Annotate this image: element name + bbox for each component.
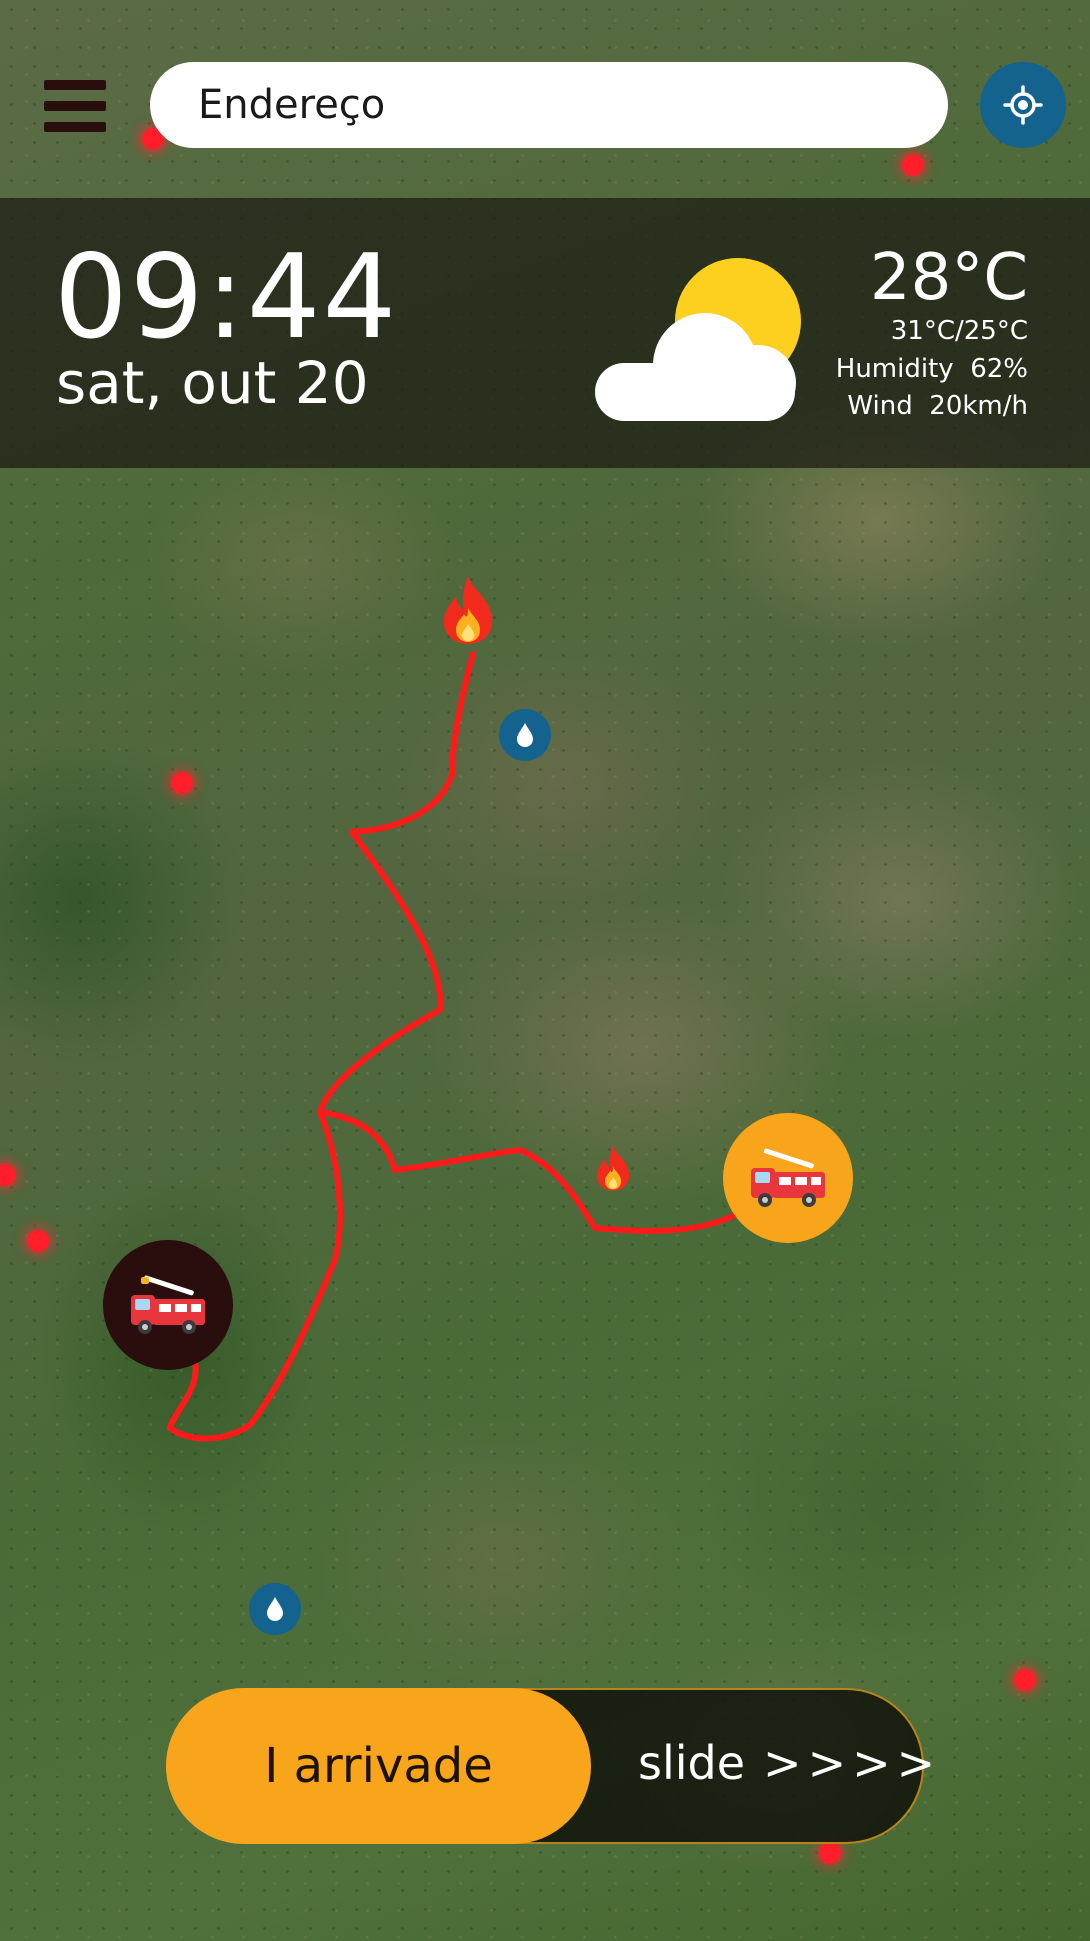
other-fire-truck-marker[interactable] — [723, 1113, 853, 1243]
weather-temperature: 28°C — [869, 241, 1028, 315]
menu-button[interactable] — [44, 80, 106, 132]
water-drop-icon — [267, 1597, 283, 1621]
fire-icon[interactable] — [440, 574, 496, 646]
water-point-marker[interactable] — [499, 709, 551, 761]
arrival-slider-knob[interactable]: I arrivade — [166, 1688, 591, 1844]
app-screen: Endereço 09:44 sat, out 20 28°C 31°C/25°… — [0, 0, 1090, 1941]
weather-humidity: Humidity 62% — [836, 354, 1028, 384]
my-location-button[interactable] — [980, 62, 1066, 148]
info-panel: 09:44 sat, out 20 28°C 31°C/25°C Humidit… — [0, 198, 1090, 468]
water-drop-icon — [517, 723, 533, 747]
route-line — [317, 1109, 738, 1234]
weather-wind: Wind 20km/h — [847, 391, 1028, 421]
humidity-value: 62% — [970, 354, 1028, 384]
fire-icon[interactable] — [594, 1144, 632, 1192]
humidity-label: Humidity — [835, 354, 954, 384]
wind-value: 20km/h — [929, 391, 1028, 421]
crosshair-icon — [1003, 85, 1043, 125]
fire-truck-icon — [751, 1148, 825, 1207]
clock-time: 09:44 — [54, 230, 399, 365]
slide-hint-label: slide — [638, 1736, 746, 1790]
own-fire-truck-marker[interactable] — [103, 1240, 233, 1370]
hamburger-icon — [44, 80, 106, 90]
address-search-input[interactable]: Endereço — [150, 62, 948, 148]
water-point-marker[interactable] — [249, 1583, 301, 1635]
clock-date: sat, out 20 — [56, 349, 369, 417]
slide-arrows-icon: >>>> — [763, 1736, 942, 1790]
weather-min-max: 31°C/25°C — [890, 316, 1028, 346]
address-search-value: Endereço — [198, 82, 386, 128]
arrival-slider-label: I arrivade — [264, 1738, 493, 1794]
partly-cloudy-icon — [595, 258, 801, 421]
slide-hint: slide >>>> — [638, 1736, 941, 1790]
wind-label: Wind — [847, 391, 913, 421]
fire-truck-icon — [131, 1275, 205, 1334]
